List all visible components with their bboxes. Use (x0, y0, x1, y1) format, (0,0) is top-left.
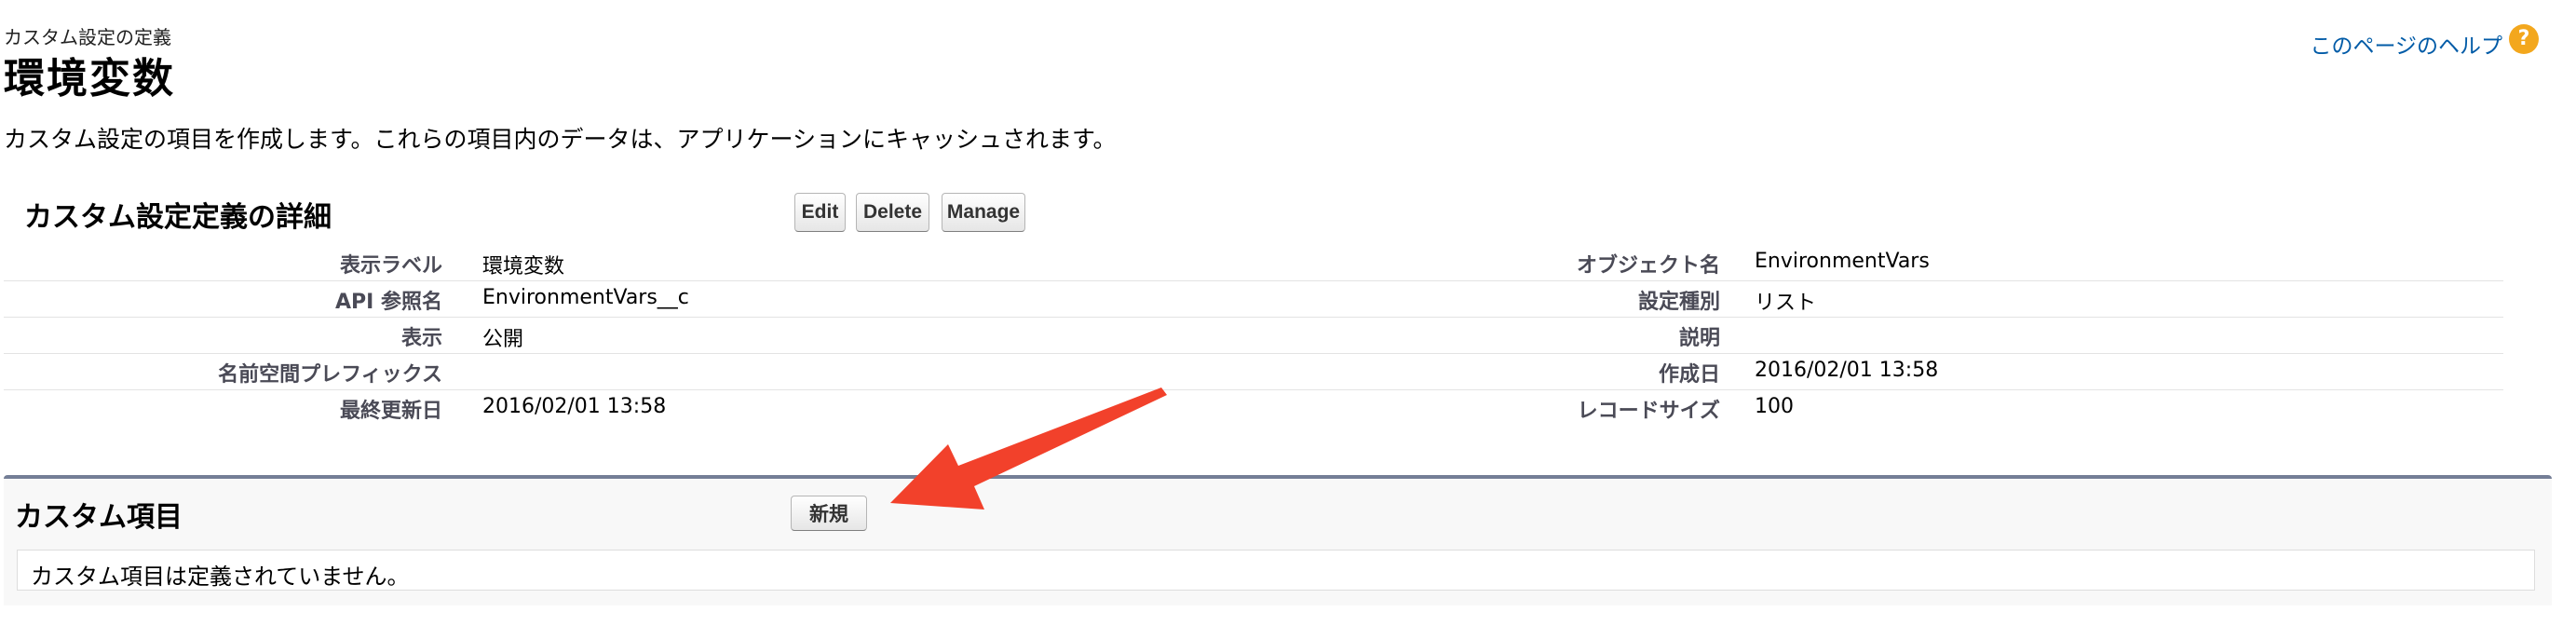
annotation-arrow-shape (890, 387, 1167, 510)
annotation-arrow-icon (890, 387, 1167, 510)
